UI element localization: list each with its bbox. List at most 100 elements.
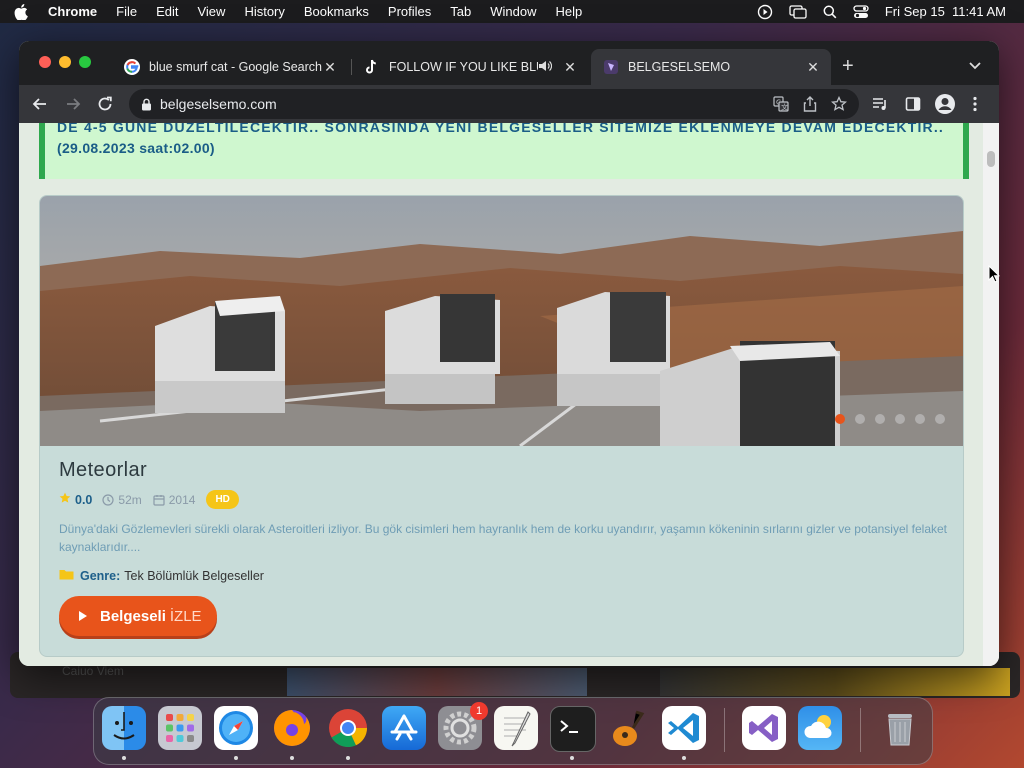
belgeselsemo-icon [603,59,619,75]
slider-dot[interactable] [875,414,885,424]
menu-view[interactable]: View [197,4,225,19]
safari-icon[interactable] [214,706,258,750]
spotlight-search-icon[interactable] [823,5,837,19]
documentary-genre: Genre: Tek Bölümlük Belgeseller [59,568,264,583]
menu-app-name[interactable]: Chrome [48,4,97,19]
firefox-icon[interactable] [270,706,314,750]
tab-title: BELGESELSEMO [628,60,731,74]
year-value: 2014 [168,492,196,507]
media-controls-icon[interactable] [872,96,888,117]
tab-search-chevron-icon[interactable] [969,57,981,75]
tab-strip: blue smurf cat - Google Search ✕ FOLLOW … [19,41,999,85]
running-indicator [290,756,294,760]
tab-close-icon[interactable]: ✕ [805,59,821,76]
genre-value[interactable]: Tek Bölümlük Belgeseller [124,569,264,583]
slider-dot[interactable] [935,414,945,424]
finder-icon[interactable] [102,706,146,750]
menu-bookmarks[interactable]: Bookmarks [304,4,369,19]
address-url[interactable]: belgeselsemo.com [160,96,277,112]
screen-mirroring-icon[interactable] [789,4,807,19]
telescope-building [385,294,500,404]
folder-icon [59,568,74,583]
address-bar[interactable]: belgeselsemo.com G文 [129,89,859,119]
side-panel-icon[interactable] [905,96,921,117]
launchpad-icon[interactable] [158,706,202,750]
forward-button[interactable] [65,96,81,117]
release-year: 2014 [153,492,196,507]
apple-menu-icon[interactable] [14,3,32,20]
running-indicator [570,756,574,760]
notification-badge: 1 [470,702,488,720]
weather-icon[interactable] [798,706,842,750]
menu-history[interactable]: History [244,4,284,19]
menubar-clock[interactable]: Fri Sep 15 11:41 AM [885,4,1006,19]
watch-documentary-button[interactable]: Belgeseli İZLE [59,596,217,636]
tab-title: blue smurf cat - Google Search [149,60,322,74]
vscode-icon[interactable] [662,706,706,750]
announcement-date: (29.08.2023 saat:02.00) [57,140,215,156]
tab-title: FOLLOW IF YOU LIKE BLUE [389,60,538,74]
tab-close-icon[interactable]: ✕ [562,59,578,76]
menu-edit[interactable]: Edit [156,4,178,19]
tab-tiktok[interactable]: FOLLOW IF YOU LIKE BLUE ✕ [352,49,588,85]
slider-dot[interactable] [835,414,845,424]
documentary-title[interactable]: Meteorlar [59,459,147,482]
rating-value: 0.0 [75,492,93,507]
textedit-icon[interactable] [494,706,538,750]
tab-google-search[interactable]: blue smurf cat - Google Search ✕ [112,49,348,85]
chrome-window: blue smurf cat - Google Search ✕ FOLLOW … [19,41,999,666]
browser-toolbar: belgeselsemo.com G文 [19,85,999,123]
bookmark-star-icon[interactable] [830,95,848,117]
trash-icon[interactable] [878,706,922,750]
slider-dot[interactable] [855,414,865,424]
mouse-cursor-icon [988,264,1001,288]
tab-belgeselsemo[interactable]: BELGESELSEMO ✕ [591,49,831,85]
tab-audio-playing-icon[interactable] [538,60,553,75]
screen-record-icon[interactable] [757,4,773,20]
new-tab-button[interactable]: + [842,55,854,78]
menu-bar: Chrome File Edit View History Bookmarks … [0,0,1024,23]
control-center-icon[interactable] [853,4,869,19]
dock-separator [724,708,725,752]
tab-close-icon[interactable]: ✕ [322,59,338,76]
featured-documentary-card: Meteorlar 0.0 52m 2014 HD Dünya'daki Göz… [39,195,964,657]
genre-label: Genre: [80,568,121,583]
share-icon[interactable] [803,96,817,117]
running-indicator [122,756,126,760]
slider-dot[interactable] [895,414,905,424]
garageband-icon[interactable] [606,706,650,750]
back-button[interactable] [32,96,48,117]
page-scrollbar[interactable] [983,123,999,666]
tiktok-icon [364,59,380,75]
dock: 1 [93,697,933,765]
hero-image-observatory[interactable] [40,196,963,446]
running-indicator [682,756,686,760]
app-store-icon[interactable] [382,706,426,750]
running-indicator [346,756,350,760]
translate-icon[interactable]: G文 [773,96,789,117]
profile-avatar-icon[interactable] [935,94,955,119]
slider-dot[interactable] [915,414,925,424]
system-settings-icon[interactable]: 1 [438,702,488,750]
svg-text:文: 文 [781,103,788,112]
chrome-menu-icon[interactable] [973,96,977,117]
visual-studio-icon[interactable] [742,706,786,750]
menu-file[interactable]: File [116,4,137,19]
scrollbar-thumb[interactable] [987,151,995,167]
terminal-icon[interactable] [550,706,596,752]
window-close-button[interactable] [39,56,51,68]
menu-tab[interactable]: Tab [450,4,471,19]
window-zoom-button[interactable] [79,56,91,68]
menu-help[interactable]: Help [556,4,583,19]
menu-profiles[interactable]: Profiles [388,4,431,19]
chrome-icon[interactable] [326,706,370,750]
google-icon [124,59,140,75]
duration: 52m [102,493,142,507]
lock-icon[interactable] [141,98,152,111]
running-indicator [234,756,238,760]
window-minimize-button[interactable] [59,56,71,68]
menu-window[interactable]: Window [490,4,536,19]
quality-badge: HD [206,490,239,509]
dock-separator [860,708,861,752]
reload-button[interactable] [97,96,113,117]
